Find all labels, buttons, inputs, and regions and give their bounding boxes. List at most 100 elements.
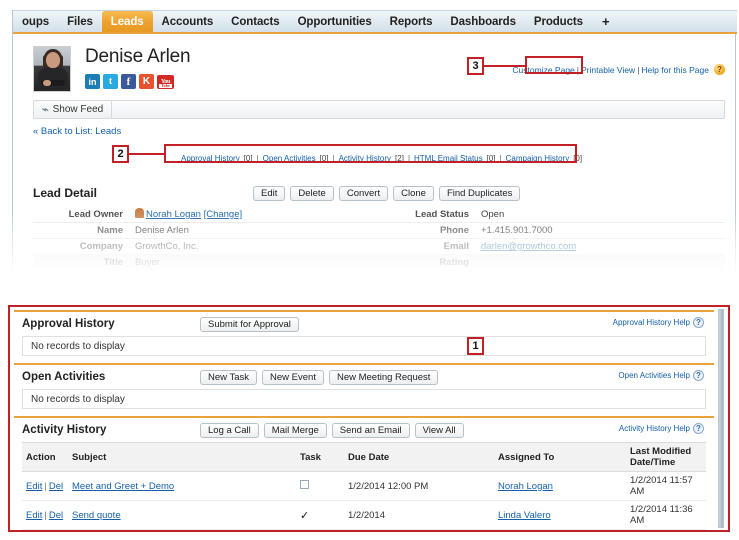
approval-history-header: Approval History Submit for Approval App… xyxy=(22,312,706,336)
nav-tab-opportunities[interactable]: Opportunities xyxy=(289,11,381,32)
question-mark-icon[interactable]: ? xyxy=(693,423,704,434)
nav-tab-leads[interactable]: Leads xyxy=(101,11,153,32)
record-header: Denise Arlen in t f K You Tube Customize… xyxy=(13,34,737,137)
screenshot-root: oups Files Leads Accounts Contacts Oppor… xyxy=(0,0,739,540)
linkedin-icon[interactable]: in xyxy=(85,74,100,89)
lead-detail-button-row[interactable]: Edit Delete Convert Clone Find Duplicate… xyxy=(253,185,521,201)
clone-button[interactable]: Clone xyxy=(393,185,434,201)
submit-for-approval-button[interactable]: Submit for Approval xyxy=(200,316,299,332)
view-all-button[interactable]: View All xyxy=(414,422,464,438)
related-lists-inner: Approval History Submit for Approval App… xyxy=(14,310,714,530)
field-label-lead-status: Lead Status xyxy=(379,206,475,223)
send-an-email-button[interactable]: Send an Email xyxy=(331,422,410,438)
page-title: Denise Arlen xyxy=(85,46,191,67)
facebook-icon[interactable]: f xyxy=(121,74,136,89)
approval-history-help[interactable]: Approval History Help ? xyxy=(613,317,704,328)
show-feed-button[interactable]: ⌁ Show Feed xyxy=(34,100,113,119)
new-meeting-request-button[interactable]: New Meeting Request xyxy=(328,369,439,385)
row-task-flag: ✓ xyxy=(296,500,344,530)
annotation-line-2 xyxy=(129,153,165,155)
activity-history-help-label: Activity History Help xyxy=(618,424,690,433)
lead-detail-row-company: Company GrowthCo, Inc. Email darlen@grow… xyxy=(33,238,725,255)
show-feed-label: Show Feed xyxy=(52,104,104,115)
row-actions[interactable]: Edit | Del xyxy=(22,500,68,530)
find-duplicates-button[interactable]: Find Duplicates xyxy=(438,185,521,201)
activity-history-title: Activity History xyxy=(22,424,107,436)
open-activities-header: Open Activities New Task New Event New M… xyxy=(22,365,706,389)
klout-icon[interactable]: K xyxy=(139,74,154,89)
subject-link[interactable]: Send quote xyxy=(72,510,121,521)
vertical-scrollbar[interactable] xyxy=(718,309,724,528)
column-header-subject: Subject xyxy=(68,442,296,472)
del-link[interactable]: Del xyxy=(49,481,63,492)
log-a-call-button[interactable]: Log a Call xyxy=(200,422,259,438)
row-assigned-to[interactable]: Norah Logan xyxy=(494,471,626,501)
email-link[interactable]: darlen@growthco.com xyxy=(481,241,576,252)
printable-view-link[interactable]: Printable View xyxy=(581,65,635,75)
assigned-to-link[interactable]: Linda Valero xyxy=(498,510,551,521)
field-value-lead-owner: Norah Logan [Change] xyxy=(129,206,379,223)
help-for-this-page-link[interactable]: Help for this Page xyxy=(641,65,709,75)
lead-detail-row-name: Name Denise Arlen Phone +1.415.901.7000 xyxy=(33,222,725,239)
row-last-modified: 1/2/2014 11:36 AM xyxy=(626,500,706,530)
nav-tab-products[interactable]: Products xyxy=(525,11,592,32)
open-activities-button-row[interactable]: New Task New Event New Meeting Request xyxy=(200,369,439,385)
open-activities-empty-state: No records to display xyxy=(22,389,706,409)
nav-tab-contacts[interactable]: Contacts xyxy=(222,11,288,32)
annotation-marker-2: 2 xyxy=(112,145,129,163)
twitter-icon[interactable]: t xyxy=(103,74,118,89)
nav-tab-files[interactable]: Files xyxy=(58,11,102,32)
open-activities-help[interactable]: Open Activities Help ? xyxy=(618,370,704,381)
row-actions[interactable]: Edit | Del xyxy=(22,471,68,501)
del-link[interactable]: Del xyxy=(49,510,63,521)
new-event-button[interactable]: New Event xyxy=(262,369,324,385)
action-separator: | xyxy=(44,480,47,492)
row-assigned-to[interactable]: Linda Valero xyxy=(494,500,626,530)
annotation-marker-1: 1 xyxy=(467,337,484,355)
nav-tab-reports[interactable]: Reports xyxy=(381,11,442,32)
lead-detail-row-title: Title Buyer Rating xyxy=(33,254,725,271)
related-list-activity-history: Activity History Log a Call Mail Merge S… xyxy=(14,416,714,530)
row-subject[interactable]: Send quote xyxy=(68,500,296,530)
nav-tab-dashboards[interactable]: Dashboards xyxy=(441,11,524,32)
question-mark-icon[interactable]: ? xyxy=(693,370,704,381)
related-list-open-activities: Open Activities New Task New Event New M… xyxy=(14,363,714,409)
assigned-to-link[interactable]: Norah Logan xyxy=(498,481,553,492)
back-to-list-link[interactable]: « Back to List: Leads xyxy=(33,126,121,137)
youtube-icon[interactable]: You Tube xyxy=(157,75,174,89)
edit-link[interactable]: Edit xyxy=(26,481,42,492)
open-activities-help-label: Open Activities Help xyxy=(618,371,690,380)
activity-history-help[interactable]: Activity History Help ? xyxy=(619,423,704,434)
nav-tab-accounts[interactable]: Accounts xyxy=(153,11,223,32)
mail-merge-button[interactable]: Mail Merge xyxy=(263,422,327,438)
nav-tab-add-icon[interactable]: + xyxy=(592,11,620,32)
edit-link[interactable]: Edit xyxy=(26,510,42,521)
subject-link[interactable]: Meet and Greet + Demo xyxy=(72,481,174,492)
field-label-lead-owner: Lead Owner xyxy=(33,206,129,223)
lead-detail-header: Lead Detail Edit Delete Convert Clone Fi… xyxy=(33,182,725,204)
user-icon xyxy=(135,208,144,218)
avatar xyxy=(33,46,71,92)
action-separator: | xyxy=(44,509,47,521)
new-task-button[interactable]: New Task xyxy=(200,369,258,385)
nav-tab-groups[interactable]: oups xyxy=(13,11,58,32)
change-owner-link[interactable]: [Change] xyxy=(204,209,243,220)
convert-button[interactable]: Convert xyxy=(338,185,389,201)
lead-owner-link[interactable]: Norah Logan xyxy=(146,209,201,220)
activity-history-button-row[interactable]: Log a Call Mail Merge Send an Email View… xyxy=(200,422,464,438)
delete-button[interactable]: Delete xyxy=(290,185,334,201)
primary-nav-tabs[interactable]: oups Files Leads Accounts Contacts Oppor… xyxy=(13,10,737,34)
field-value-title: Buyer xyxy=(129,254,379,271)
activity-history-table: Action Subject Task Due Date Assigned To… xyxy=(22,442,706,530)
question-mark-icon[interactable]: ? xyxy=(693,317,704,328)
approval-history-button-row[interactable]: Submit for Approval xyxy=(200,316,299,332)
field-label-rating: Rating xyxy=(379,254,475,271)
social-icon-row[interactable]: in t f K You Tube xyxy=(85,74,174,89)
edit-button[interactable]: Edit xyxy=(253,185,286,201)
row-due-date: 1/2/2014 12:00 PM xyxy=(344,471,494,501)
help-orb-icon[interactable]: ? xyxy=(714,64,725,75)
row-subject[interactable]: Meet and Greet + Demo xyxy=(68,471,296,501)
approval-history-title: Approval History xyxy=(22,318,115,330)
column-header-task: Task xyxy=(296,442,344,472)
column-header-due-date: Due Date xyxy=(344,442,494,472)
